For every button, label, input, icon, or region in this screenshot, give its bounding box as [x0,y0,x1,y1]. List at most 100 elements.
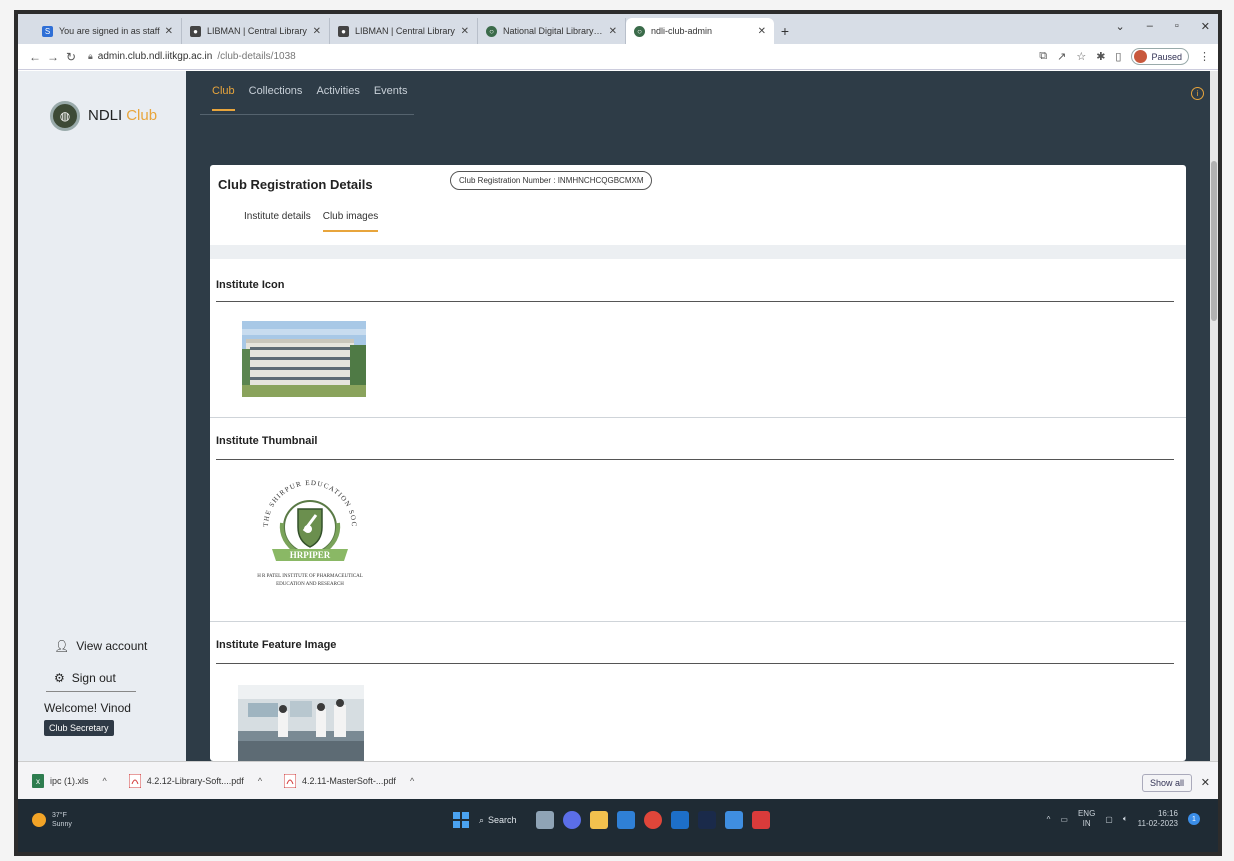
download-item[interactable]: 4.2.11-MasterSoft-...pdf ^ [284,773,414,788]
store-icon[interactable] [725,811,743,829]
minimize-icon[interactable]: – [1147,20,1153,33]
tab-events[interactable]: Events [374,85,408,111]
browser-tab[interactable]: ● LIBMAN | Central Library ✕ [182,18,330,44]
browser-tab-active[interactable]: ○ ndli-club-admin ✕ [626,18,774,44]
address-bar: ← → ↻ 🔒︎ admin.club.ndl.iitkgp.ac.in/clu… [18,44,1218,70]
download-item[interactable]: x ipc (1).xls ^ [32,773,107,788]
ndli-club-logo[interactable]: ◍ NDLI Club [50,101,157,131]
close-window-icon[interactable]: ✕ [1201,20,1210,33]
tab-favicon-icon: ● [190,25,201,37]
menu-kebab-icon[interactable]: ⋮ [1199,50,1210,63]
download-label: 4.2.11-MasterSoft-...pdf [302,775,396,786]
svg-text:x: x [36,777,40,786]
subtab-club-images[interactable]: Club images [322,211,379,232]
section-rule [216,459,1174,460]
weather-widget[interactable]: 37°F Sunny [32,811,72,829]
tab-label: ndli-club-admin [651,26,713,36]
tab-label: You are signed in as staff [59,26,160,36]
file-explorer-icon[interactable] [590,811,608,829]
clock-date: 11-02-2023 [1137,819,1178,828]
institute-thumbnail-image[interactable]: THE SHIRPUR EDUCATION SOCIETY HRPIPER H … [235,459,382,599]
pdf-file-icon [128,773,141,788]
bookmark-star-icon[interactable]: ☆ [1076,50,1086,63]
share-icon[interactable]: ↗ [1057,50,1066,63]
chevron-up-icon[interactable]: ^ [258,776,262,786]
tab-club[interactable]: Club [212,85,235,111]
url-field[interactable]: 🔒︎ admin.club.ndl.iitkgp.ac.in/club-deta… [88,51,1039,62]
notification-badge[interactable]: 1 [1188,813,1200,825]
section-title-institute-feature-image: Institute Feature Image [216,639,337,651]
close-downloads-icon[interactable]: ✕ [1201,776,1210,789]
browser-tab[interactable]: ○ National Digital Library of India ✕ [478,18,626,44]
sidepanel-icon[interactable]: ▯ [1115,50,1121,63]
chrome-icon[interactable] [644,811,662,829]
tab-activities[interactable]: Activities [316,85,359,111]
card-title: Club Registration Details [218,177,373,192]
view-account-label: View account [76,639,148,653]
chevron-up-icon[interactable]: ^ [410,776,414,786]
tab-close-icon[interactable]: ✕ [165,26,173,37]
info-icon[interactable]: i [1191,87,1204,100]
section-rule [216,301,1174,302]
institute-icon-image[interactable] [242,321,366,397]
clock[interactable]: 16:16 11-02-2023 [1138,809,1178,829]
browser-tab[interactable]: S You are signed in as staff ✕ [34,18,182,44]
tab-close-icon[interactable]: ✕ [461,26,469,37]
tab-close-icon[interactable]: ✕ [758,26,766,37]
tab-label: LIBMAN | Central Library [207,26,307,36]
excel-file-icon: x [32,773,44,788]
tab-favicon-icon: ○ [634,25,645,37]
role-badge: Club Secretary [44,720,114,736]
profile-button[interactable]: Paused [1131,48,1189,65]
tab-collections[interactable]: Collections [249,85,303,111]
new-tab-button[interactable]: + [774,18,796,44]
chevron-up-icon[interactable]: ^ [103,776,107,786]
sun-icon [32,813,46,827]
task-view-icon[interactable] [536,811,554,829]
download-item[interactable]: 4.2.12-Library-Soft....pdf ^ [128,773,262,788]
tab-search-icon[interactable]: ⌄ [1116,20,1125,33]
photoshop-icon[interactable] [698,811,716,829]
section-separator [210,621,1186,622]
scrollbar-thumb[interactable] [1211,161,1217,321]
weather-desc: Sunny [52,821,72,828]
chat-icon[interactable] [563,811,581,829]
building-photo [242,321,366,397]
logo-caption-line1: H R PATEL INSTITUTE OF PHARMACEUTICAL [257,574,363,579]
subtab-institute-details[interactable]: Institute details [244,211,311,232]
tab-close-icon[interactable]: ✕ [609,26,617,37]
clock-time: 16:16 [1157,809,1178,818]
taskbar-search[interactable]: ⌕ Search [479,815,527,826]
extensions-icon[interactable]: ✱ [1096,50,1105,63]
tab-close-icon[interactable]: ✕ [313,26,321,37]
registration-number-badge: Club Registration Number : INMHNCHCQGBCM… [450,171,653,190]
sign-out-link[interactable]: ⚙ Sign out [54,671,116,685]
pdf-file-icon [284,773,297,788]
forward-icon[interactable]: → [44,50,62,64]
install-icon[interactable]: ⧉ [1039,50,1047,63]
page-scrollbar[interactable] [1210,71,1218,761]
wifi-icon[interactable]: ▢ [1105,815,1113,824]
tab-label: LIBMAN | Central Library [355,26,455,36]
volume-icon[interactable]: 🔈︎ [1123,814,1128,824]
institute-feature-image[interactable] [238,685,364,761]
mail-icon[interactable] [617,811,635,829]
windows-start-icon[interactable] [452,811,470,829]
network-icon[interactable]: ▭ [1060,815,1068,824]
gear-icon: ⚙ [54,671,65,685]
pdf-reader-icon[interactable] [752,811,770,829]
section-rule [216,663,1174,664]
reload-icon[interactable]: ↻ [62,50,80,64]
logo-text: NDLI [88,107,123,124]
show-all-downloads-button[interactable]: Show all [1141,774,1192,792]
language-indicator[interactable]: ENG IN [1078,809,1095,829]
tab-label: National Digital Library of India [503,26,605,36]
outlook-icon[interactable] [671,811,689,829]
hrpiper-logo: THE SHIRPUR EDUCATION SOCIETY HRPIPER H … [235,459,363,587]
view-account-link[interactable]: 👤︎ View account [54,639,147,653]
chevron-up-icon[interactable]: ^ [1047,815,1051,824]
section-separator [210,417,1186,418]
maximize-icon[interactable]: ▫ [1175,20,1179,33]
browser-tab[interactable]: ● LIBMAN | Central Library ✕ [330,18,478,44]
back-icon[interactable]: ← [26,50,44,64]
